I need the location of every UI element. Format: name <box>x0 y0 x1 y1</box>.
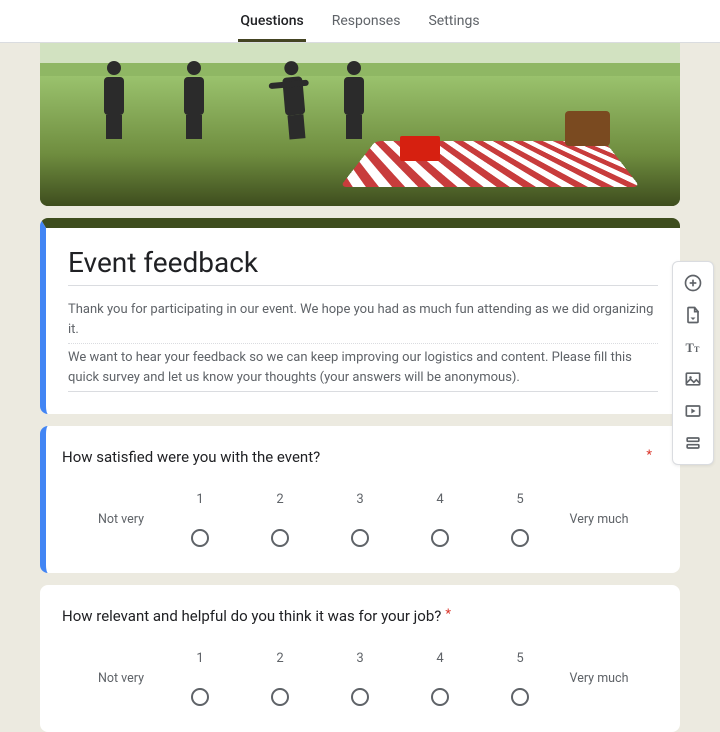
linear-scale: Not very 1 2 3 4 5 Very much <box>62 651 658 706</box>
question-card-2[interactable]: How relevant and helpful do you think it… <box>40 585 680 732</box>
form-canvas: Event feedback Thank you for participati… <box>0 43 720 732</box>
section-icon <box>683 433 703 453</box>
scale-option-4[interactable]: 4 <box>400 492 480 547</box>
tab-responses[interactable]: Responses <box>330 1 403 42</box>
radio-icon[interactable] <box>271 529 289 547</box>
image-icon <box>683 369 703 389</box>
question-title[interactable]: How relevant and helpful do you think it… <box>62 607 658 625</box>
radio-icon[interactable] <box>191 529 209 547</box>
required-indicator: * <box>646 448 652 463</box>
scale-option-3[interactable]: 3 <box>320 492 400 547</box>
add-video-button[interactable] <box>677 396 709 426</box>
scale-option-1[interactable]: 1 <box>160 651 240 706</box>
scale-option-2[interactable]: 2 <box>240 651 320 706</box>
scale-option-5[interactable]: 5 <box>480 492 560 547</box>
scale-low-label: Not very <box>82 671 160 686</box>
add-section-button[interactable] <box>677 428 709 458</box>
plus-circle-icon <box>683 273 703 293</box>
editor-tabs: Questions Responses Settings <box>0 0 720 43</box>
question-toolbar: TT <box>672 261 714 465</box>
tab-questions[interactable]: Questions <box>238 1 305 42</box>
radio-icon[interactable] <box>511 529 529 547</box>
required-indicator: * <box>445 607 451 622</box>
radio-icon[interactable] <box>431 688 449 706</box>
question-card-1[interactable]: How satisfied were you with the event? *… <box>40 426 680 573</box>
radio-icon[interactable] <box>191 688 209 706</box>
radio-icon[interactable] <box>431 529 449 547</box>
import-questions-button[interactable] <box>677 300 709 330</box>
scale-option-3[interactable]: 3 <box>320 651 400 706</box>
linear-scale: Not very 1 2 3 4 5 Very much <box>62 492 658 547</box>
scale-high-label: Very much <box>560 671 638 686</box>
scale-option-5[interactable]: 5 <box>480 651 560 706</box>
text-icon: TT <box>683 337 703 357</box>
scale-low-label: Not very <box>82 512 160 527</box>
form-header-card[interactable]: Event feedback Thank you for participati… <box>40 218 680 414</box>
form-description[interactable]: Thank you for participating in our event… <box>68 296 658 392</box>
tab-settings[interactable]: Settings <box>426 1 481 42</box>
import-icon <box>683 305 703 325</box>
add-image-button[interactable] <box>677 364 709 394</box>
add-title-button[interactable]: TT <box>677 332 709 362</box>
radio-icon[interactable] <box>511 688 529 706</box>
svg-text:T: T <box>694 345 700 354</box>
radio-icon[interactable] <box>351 529 369 547</box>
scale-option-2[interactable]: 2 <box>240 492 320 547</box>
video-icon <box>683 401 703 421</box>
form-banner-image[interactable] <box>40 43 680 206</box>
question-title[interactable]: How satisfied were you with the event? <box>62 448 658 466</box>
scale-option-1[interactable]: 1 <box>160 492 240 547</box>
scale-high-label: Very much <box>560 512 638 527</box>
radio-icon[interactable] <box>351 688 369 706</box>
form-title[interactable]: Event feedback <box>68 246 658 286</box>
scale-option-4[interactable]: 4 <box>400 651 480 706</box>
radio-icon[interactable] <box>271 688 289 706</box>
add-question-button[interactable] <box>677 268 709 298</box>
